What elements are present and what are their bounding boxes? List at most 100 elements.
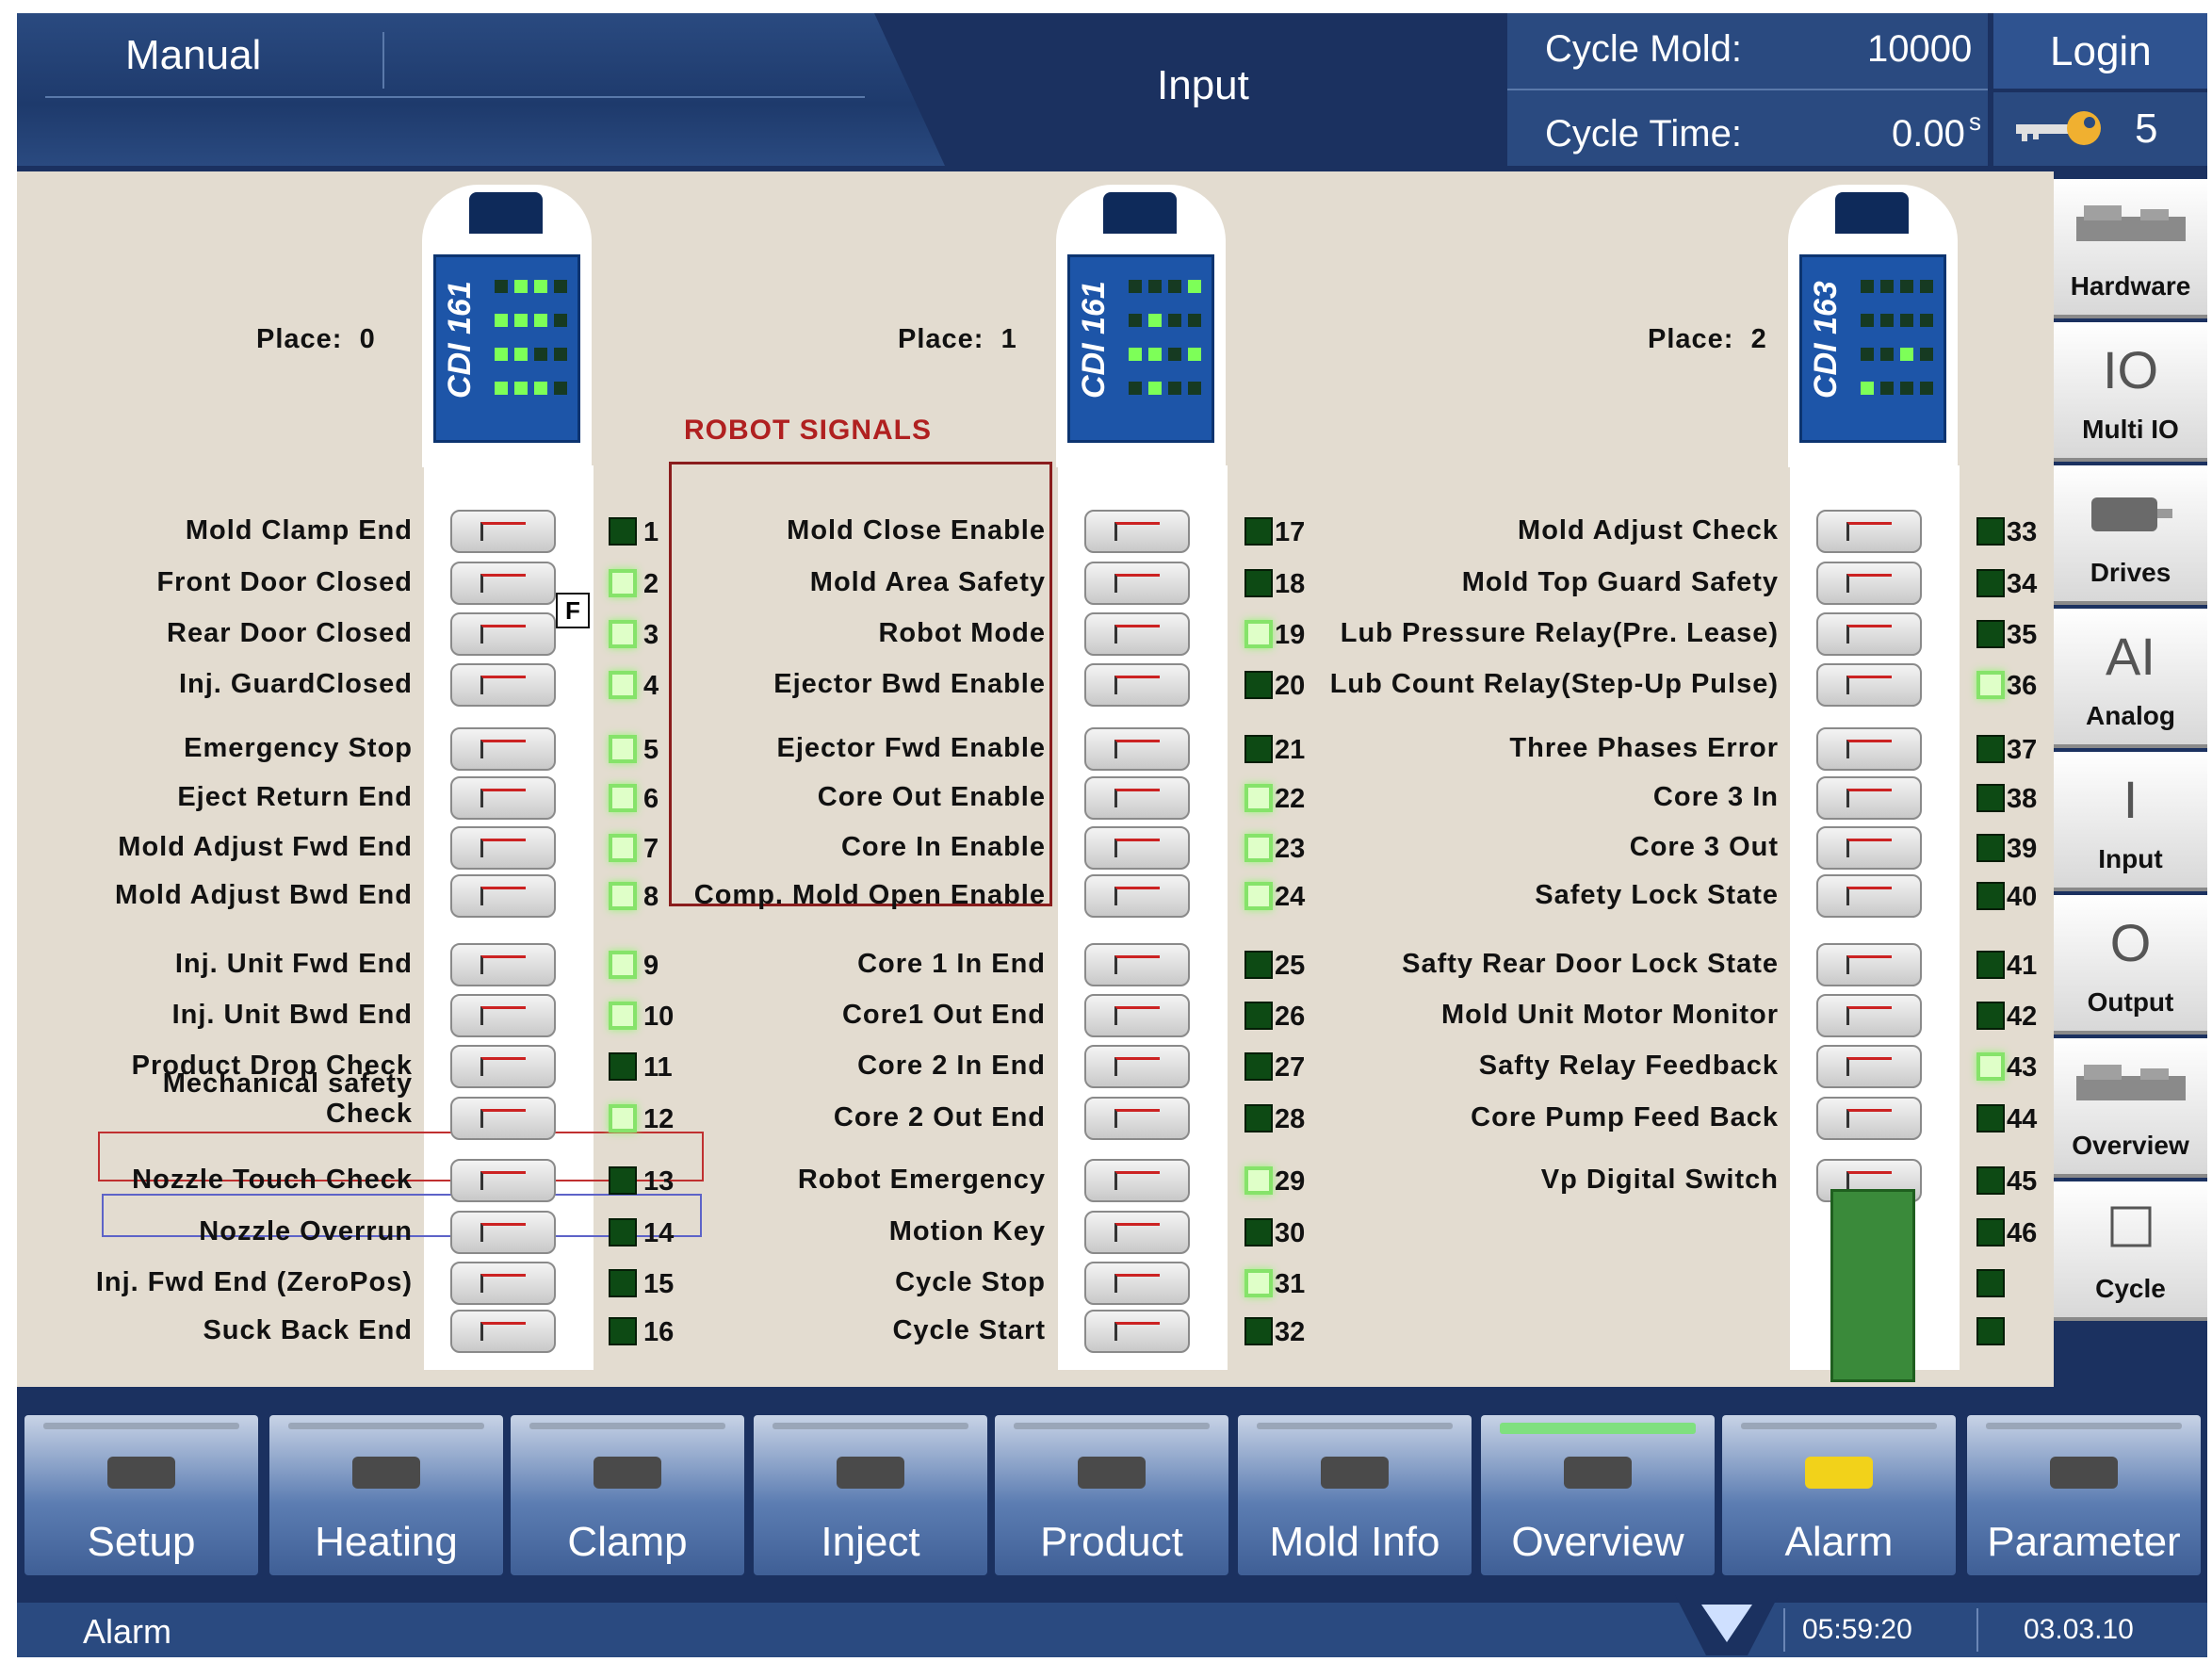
input-number: 22 <box>1275 784 1306 814</box>
force-toggle-button[interactable] <box>1084 663 1190 707</box>
force-toggle-button[interactable] <box>450 1097 556 1140</box>
nav-product-button[interactable]: Product <box>995 1415 1228 1575</box>
product-icon-shape <box>1078 1457 1146 1489</box>
cycle-mold-value: 10000 <box>1867 28 1973 70</box>
force-toggle-button[interactable] <box>450 663 556 707</box>
signal-label: Nozzle Touch Check <box>132 1165 413 1195</box>
force-toggle-button[interactable] <box>450 612 556 656</box>
nav-inject-button[interactable]: Inject <box>754 1415 987 1575</box>
nav-multi-io[interactable]: IO Multi IO <box>2054 322 2207 462</box>
force-toggle-button[interactable] <box>450 1262 556 1305</box>
active-indicator <box>1257 1423 1453 1429</box>
force-toggle-button[interactable] <box>1084 510 1190 553</box>
module-led <box>1900 280 1913 293</box>
force-toggle-button[interactable] <box>450 1159 556 1202</box>
force-toggle-button[interactable] <box>1084 943 1190 986</box>
force-toggle-button[interactable] <box>450 874 556 918</box>
nav-alarm-button[interactable]: Alarm <box>1722 1415 1956 1575</box>
nav-overview-label: Overview <box>2072 1131 2189 1160</box>
signal-label: Front Door Closed <box>156 567 413 597</box>
input-status-led <box>1244 1104 1273 1132</box>
force-toggle-button[interactable] <box>1816 562 1922 605</box>
signal-label: Mold Close Enable <box>787 515 1046 546</box>
floppy-disk-icon-shape <box>1321 1457 1389 1489</box>
nav-input[interactable]: I Input <box>2054 752 2207 891</box>
signal-label: Mold Area Safety <box>809 567 1046 597</box>
nav-parameter-button[interactable]: Parameter <box>1967 1415 2201 1575</box>
input-number: 11 <box>643 1052 673 1083</box>
module-led <box>1861 348 1874 361</box>
force-toggle-button[interactable] <box>1816 994 1922 1037</box>
force-toggle-button[interactable] <box>1816 826 1922 870</box>
force-toggle-button[interactable] <box>1084 826 1190 870</box>
force-toggle-button[interactable] <box>1816 943 1922 986</box>
force-toggle-button[interactable] <box>450 510 556 553</box>
signal-label: Core 3 Out <box>1629 832 1779 862</box>
force-toggle-button[interactable] <box>1084 612 1190 656</box>
input-number: 32 <box>1275 1317 1306 1347</box>
input-status-led <box>609 1104 637 1132</box>
nav-clamp-button[interactable]: Clamp <box>511 1415 744 1575</box>
machine-icon <box>1551 1440 1645 1506</box>
input-status-led <box>1244 735 1273 763</box>
force-toggle-button[interactable] <box>1816 612 1922 656</box>
force-toggle-button[interactable] <box>1084 727 1190 771</box>
nav-output[interactable]: O Output <box>2054 895 2207 1035</box>
heater-thermometer-icon <box>339 1440 433 1506</box>
signal-label: Inj. Fwd End (ZeroPos) <box>95 1267 413 1297</box>
nav-hardware[interactable]: Hardware <box>2054 179 2207 318</box>
module-led <box>554 382 567 395</box>
input-number: 37 <box>2007 735 2038 765</box>
place-label: Place: <box>898 324 984 354</box>
force-toggle-button[interactable] <box>450 776 556 820</box>
force-toggle-button[interactable] <box>450 826 556 870</box>
input-number: 33 <box>2007 517 2038 547</box>
force-toggle-button[interactable] <box>1084 1262 1190 1305</box>
input-number: 46 <box>2007 1218 2038 1248</box>
nav-overview-button[interactable]: Overview <box>1481 1415 1715 1575</box>
force-toggle-button[interactable] <box>450 1310 556 1353</box>
force-toggle-button[interactable] <box>1084 1211 1190 1254</box>
nav-heating-button[interactable]: Heating <box>269 1415 503 1575</box>
force-toggle-button[interactable] <box>450 1211 556 1254</box>
nav-cycle[interactable]: Cycle <box>2054 1181 2207 1321</box>
force-toggle-button[interactable] <box>1084 562 1190 605</box>
force-toggle-button[interactable] <box>1084 1045 1190 1088</box>
input-number: 35 <box>2007 620 2038 650</box>
force-toggle-button[interactable] <box>1816 874 1922 918</box>
alarm-status[interactable]: Alarm <box>83 1612 171 1652</box>
nav-drives[interactable]: Drives <box>2054 465 2207 605</box>
force-toggle-button[interactable] <box>1816 1097 1922 1140</box>
module-led <box>495 280 508 293</box>
module-led <box>514 314 528 327</box>
force-toggle-button[interactable] <box>1816 510 1922 553</box>
force-toggle-button[interactable] <box>1084 874 1190 918</box>
nav-setup-button[interactable]: Setup <box>24 1415 258 1575</box>
force-toggle-button[interactable] <box>450 727 556 771</box>
signal-label: Inj. GuardClosed <box>178 669 413 699</box>
force-toggle-button[interactable] <box>450 562 556 605</box>
force-toggle-button[interactable] <box>1816 1045 1922 1088</box>
module-led <box>1168 382 1181 395</box>
force-toggle-button[interactable] <box>1084 1097 1190 1140</box>
nav-mold-info-button[interactable]: Mold Info <box>1238 1415 1472 1575</box>
input-status-led <box>1976 735 2005 763</box>
force-toggle-button[interactable] <box>1084 1310 1190 1353</box>
force-toggle-button[interactable] <box>1816 663 1922 707</box>
force-toggle-button[interactable] <box>1084 1159 1190 1202</box>
force-toggle-button[interactable] <box>1084 776 1190 820</box>
force-toggle-button[interactable] <box>1084 994 1190 1037</box>
nav-overview[interactable]: Overview <box>2054 1038 2207 1178</box>
nav-analog[interactable]: AI Analog <box>2054 609 2207 748</box>
module-connector <box>1835 192 1909 234</box>
input-status-led <box>1244 882 1273 910</box>
signal-label: Core 2 In End <box>857 1051 1046 1081</box>
module-led <box>1129 280 1142 293</box>
force-toggle-button[interactable] <box>450 994 556 1037</box>
force-toggle-button[interactable] <box>1816 776 1922 820</box>
signal-label: Mechanical safety Check <box>162 1068 413 1129</box>
force-toggle-button[interactable] <box>450 943 556 986</box>
force-toggle-button[interactable] <box>1816 727 1922 771</box>
login-button[interactable]: Login <box>1993 13 2207 89</box>
force-toggle-button[interactable] <box>450 1045 556 1088</box>
